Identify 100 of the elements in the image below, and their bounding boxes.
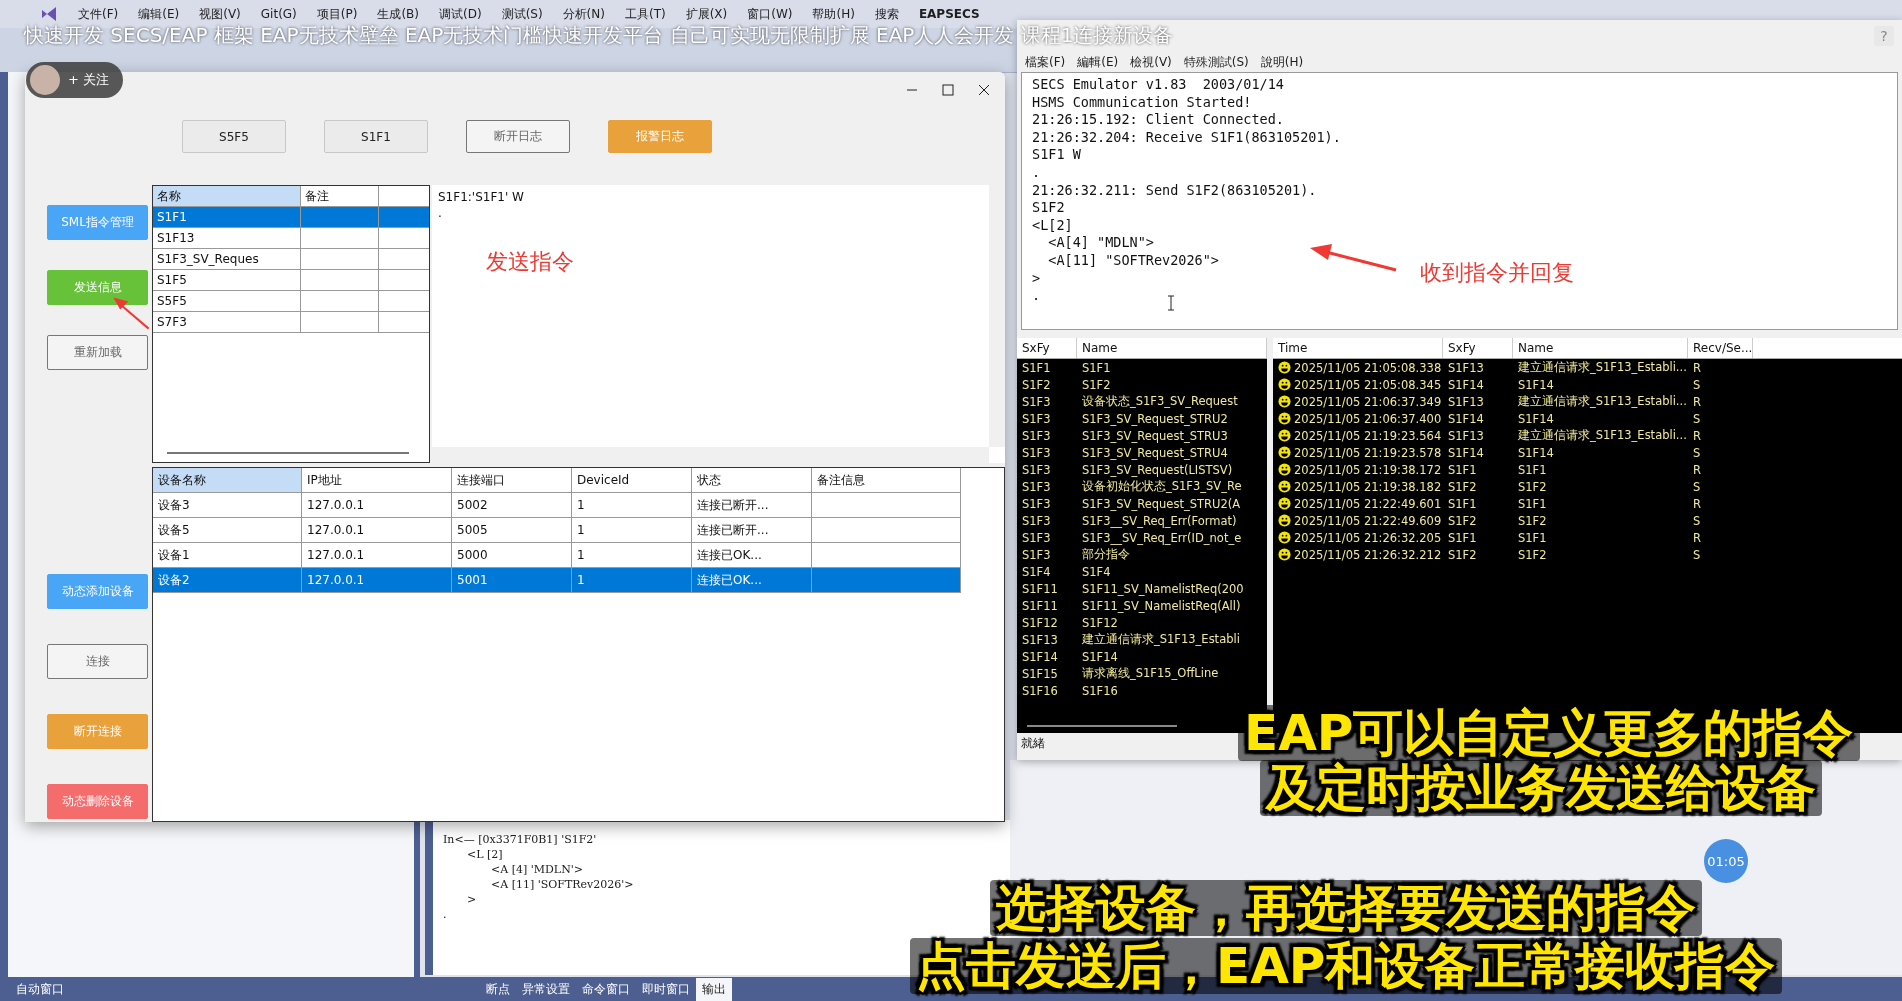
toolbar-button[interactable]: S1F1: [324, 120, 428, 153]
command-row[interactable]: S1F13: [153, 228, 429, 249]
message-row[interactable]: S1F4 S1F4: [1017, 563, 1267, 580]
history-row[interactable]: 2025/11/05 21:06:37.400 S1F14 S1F14 S: [1273, 410, 1902, 427]
column-header[interactable]: 设备名称: [153, 468, 302, 492]
column-header[interactable]: 备注信息: [812, 468, 961, 492]
panel-tab[interactable]: 自动窗口: [10, 977, 70, 1001]
log-line: HSMS Communication Started!: [1032, 93, 1252, 112]
menu-item[interactable]: 特殊測試(S): [1183, 53, 1249, 71]
message-row[interactable]: S1F14 S1F14: [1017, 648, 1267, 665]
log-line: .: [1032, 163, 1041, 182]
column-header[interactable]: 状态: [692, 468, 812, 492]
column-header[interactable]: 备注: [301, 186, 379, 206]
history-row[interactable]: 2025/11/05 21:05:08.338 S1F13 建立通信请求_S1F13_Establi... R: [1273, 359, 1902, 376]
log-line: 21:26:32.204: Receive S1F1(863105201).: [1032, 128, 1341, 147]
message-row[interactable]: S1F3 S1F3_SV_Request_STRU4: [1017, 444, 1267, 461]
menu-item[interactable]: Git(G): [260, 7, 297, 21]
search-button[interactable]: 搜索: [874, 5, 899, 23]
app-name: EAPSECS: [918, 7, 980, 21]
menu-item[interactable]: 编辑(E): [138, 5, 180, 23]
menu-item[interactable]: 檔案(F): [1025, 53, 1066, 71]
menu-item[interactable]: 文件(F): [78, 5, 119, 23]
history-row[interactable]: 2025/11/05 21:19:23.564 S1F13 建立通信请求_S1F13_Establi... R: [1273, 427, 1902, 444]
message-row[interactable]: S1F1 S1F1: [1017, 359, 1267, 376]
menu-item[interactable]: 分析(N): [562, 5, 605, 23]
log-line: S1F1 W: [1032, 146, 1081, 164]
menu-item[interactable]: 工具(T): [624, 5, 666, 23]
message-row[interactable]: S1F3 S1F3__SV_Req_Err(ID_not_e: [1017, 529, 1267, 546]
message-row[interactable]: S1F16 S1F16: [1017, 682, 1267, 699]
message-row[interactable]: S1F15 请求离线_S1F15_OffLine: [1017, 665, 1267, 682]
history-row[interactable]: 2025/11/05 21:26:32.205 S1F1 S1F1 R: [1273, 529, 1902, 546]
menu-item[interactable]: 說明(H): [1260, 53, 1304, 71]
menu-item[interactable]: 生成(B): [377, 5, 419, 23]
menu-item[interactable]: 调试(D): [439, 5, 482, 23]
device-row[interactable]: 设备2 127.0.0.1 5001 1 连接已OK...: [153, 568, 961, 593]
column-header[interactable]: 名称: [153, 186, 301, 206]
command-row[interactable]: S1F3_SV_Reques: [153, 249, 429, 270]
command-row[interactable]: S1F5: [153, 270, 429, 291]
menu-item[interactable]: 视图(V): [199, 5, 241, 23]
preview-line: .: [438, 205, 443, 221]
annotation-text: 收到指令并回复: [1420, 259, 1574, 287]
message-row[interactable]: S1F3 设备状态_S1F3_SV_Request: [1017, 393, 1267, 410]
message-row[interactable]: S1F3 S1F3__SV_Req_Err(Format): [1017, 512, 1267, 529]
message-row[interactable]: S1F2 S1F2: [1017, 376, 1267, 393]
menu-item[interactable]: 帮助(H): [812, 5, 855, 23]
follow-badge[interactable]: + 关注: [26, 62, 124, 98]
message-row[interactable]: S1F3 S1F3_SV_Request_STRU2(A: [1017, 495, 1267, 512]
history-row[interactable]: 2025/11/05 21:19:23.578 S1F14 S1F14 S: [1273, 444, 1902, 461]
action-button[interactable]: 重新加载: [47, 335, 148, 370]
panel-tab[interactable]: 断点: [480, 977, 516, 1001]
message-row[interactable]: S1F3 S1F3_SV_Request_STRU3: [1017, 427, 1267, 444]
column-header[interactable]: DeviceId: [572, 468, 692, 492]
panel-tab[interactable]: 输出: [696, 977, 732, 1001]
column-header[interactable]: SxFy: [1017, 338, 1077, 358]
menu-item[interactable]: 扩展(X): [685, 5, 728, 23]
menu-item[interactable]: 测试(S): [501, 5, 543, 23]
menu-item[interactable]: 檢視(V): [1130, 53, 1172, 71]
history-row[interactable]: 2025/11/05 21:22:49.609 S1F2 S1F2 S: [1273, 512, 1902, 529]
history-row[interactable]: 2025/11/05 21:05:08.345 S1F14 S1F14 S: [1273, 376, 1902, 393]
maximize-icon[interactable]: [941, 83, 955, 97]
menu-item[interactable]: 編輯(E): [1077, 53, 1119, 71]
action-button[interactable]: 连接: [47, 644, 148, 679]
history-row[interactable]: 2025/11/05 21:19:38.182 S1F2 S1F2 S: [1273, 478, 1902, 495]
message-row[interactable]: S1F3 部分指令: [1017, 546, 1267, 563]
column-header[interactable]: Name: [1077, 338, 1267, 358]
smiley-icon: [1278, 531, 1291, 544]
toolbar-button[interactable]: S5F5: [182, 120, 286, 153]
message-row[interactable]: S1F11 S1F11_SV_NamelistReq(All): [1017, 597, 1267, 614]
menu-item[interactable]: 项目(P): [316, 5, 358, 23]
command-row[interactable]: S5F5: [153, 291, 429, 312]
message-row[interactable]: S1F12 S1F12: [1017, 614, 1267, 631]
history-row[interactable]: 2025/11/05 21:22:49.601 S1F1 S1F1 R: [1273, 495, 1902, 512]
log-line: S1F2: [1032, 199, 1065, 217]
column-header[interactable]: Time: [1273, 338, 1443, 358]
menu-item[interactable]: 窗口(W): [747, 5, 793, 23]
command-row[interactable]: S1F1: [153, 207, 429, 228]
panel-tab[interactable]: 命令窗口: [576, 977, 636, 1001]
toolbar-button[interactable]: 断开日志: [466, 120, 570, 153]
device-row[interactable]: 设备5 127.0.0.1 5005 1 连接已断开...: [153, 518, 961, 543]
close-icon[interactable]: [977, 83, 991, 97]
device-row[interactable]: 设备3 127.0.0.1 5002 1 连接已断开...: [153, 493, 961, 518]
column-header[interactable]: IP地址: [302, 468, 452, 492]
column-header[interactable]: 连接端口: [452, 468, 572, 492]
message-row[interactable]: S1F11 S1F11_SV_NamelistReq(200: [1017, 580, 1267, 597]
column-header[interactable]: Recv/Se...: [1688, 338, 1753, 358]
command-row[interactable]: S7F3: [153, 312, 429, 333]
column-header[interactable]: Name: [1513, 338, 1688, 358]
history-row[interactable]: 2025/11/05 21:06:37.349 S1F13 建立通信请求_S1F13_Establi... R: [1273, 393, 1902, 410]
device-row[interactable]: 设备1 127.0.0.1 5000 1 连接已OK...: [153, 543, 961, 568]
column-header[interactable]: SxFy: [1443, 338, 1513, 358]
message-row[interactable]: S1F3 S1F3_SV_Request(LISTSV): [1017, 461, 1267, 478]
panel-tab[interactable]: 异常设置: [516, 977, 576, 1001]
annotation-text: 发送指令: [486, 248, 574, 276]
smiley-icon: [1278, 480, 1291, 493]
message-row[interactable]: S1F13 建立通信请求_S1F13_Establi: [1017, 631, 1267, 648]
message-row[interactable]: S1F3 设备初始化状态_S1F3_SV_Re: [1017, 478, 1267, 495]
panel-tab[interactable]: 即时窗口: [636, 977, 696, 1001]
history-row[interactable]: 2025/11/05 21:19:38.172 S1F1 S1F1 R: [1273, 461, 1902, 478]
message-row[interactable]: S1F3 S1F3_SV_Request_STRU2: [1017, 410, 1267, 427]
history-row[interactable]: 2025/11/05 21:26:32.212 S1F2 S1F2 S: [1273, 546, 1902, 563]
